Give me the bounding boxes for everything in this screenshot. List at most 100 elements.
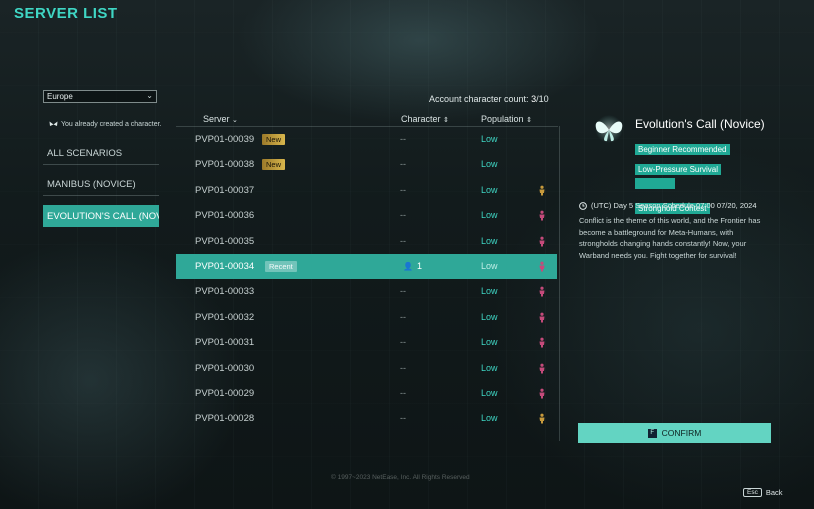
character-count: 👤 1 bbox=[403, 254, 422, 279]
server-row[interactable]: PVP01-00028 -- Low bbox=[176, 406, 557, 431]
character-count-value: -- bbox=[400, 311, 406, 322]
tag-beginner: Beginner Recommended bbox=[635, 144, 730, 155]
figure-icon bbox=[539, 413, 545, 424]
server-row[interactable]: PVP01-00032 -- Low bbox=[176, 305, 557, 330]
scenario-evolutions-call[interactable]: EVOLUTION'S CALL (NOVI bbox=[43, 205, 159, 227]
character-count: -- bbox=[400, 152, 406, 177]
server-name: PVP01-00036 bbox=[195, 210, 255, 222]
back-label: Back bbox=[765, 488, 783, 497]
clock-icon bbox=[579, 201, 587, 210]
scenario-title: Evolution's Call (Novice) bbox=[635, 117, 765, 131]
server-name: PVP01-00039 bbox=[195, 134, 255, 145]
figure-icon bbox=[539, 388, 545, 399]
population-level: Low bbox=[481, 286, 498, 297]
character-count-value: -- bbox=[400, 413, 406, 424]
population-level: Low bbox=[481, 134, 498, 144]
figure-icon bbox=[539, 363, 545, 374]
server-name: PVP01-00028 bbox=[195, 413, 255, 425]
population-level: Low bbox=[481, 362, 498, 373]
server-row[interactable]: PVP01-00033 -- Low bbox=[176, 279, 557, 304]
character-count: -- bbox=[400, 229, 406, 254]
region-select-value: Europe bbox=[47, 92, 73, 101]
server-name: PVP01-00032 bbox=[195, 311, 255, 323]
scenario-label: MANIBUS (NOVICE) bbox=[47, 179, 136, 190]
chevron-down-icon: ⌄ bbox=[146, 91, 153, 100]
column-header-server[interactable]: Server ⌄ bbox=[203, 114, 238, 124]
population-level: Low bbox=[481, 311, 498, 322]
page-title: SERVER LIST bbox=[14, 5, 118, 22]
character-count: -- bbox=[400, 406, 406, 431]
population-level: Low bbox=[481, 261, 498, 271]
new-badge: New bbox=[262, 159, 286, 171]
account-character-count: Account character count: 3/10 bbox=[429, 94, 549, 104]
character-count: -- bbox=[400, 330, 406, 355]
account-count-total: /10 bbox=[536, 94, 549, 104]
server-row[interactable]: PVP01-00034 Recent 👤 1 Low bbox=[176, 254, 557, 279]
population-level: Low bbox=[481, 210, 498, 221]
tag-blank bbox=[635, 178, 675, 189]
notice-text: You already created a character. bbox=[61, 121, 162, 128]
butterfly-icon bbox=[49, 121, 58, 126]
character-count: -- bbox=[400, 356, 406, 381]
server-name: PVP01-00033 bbox=[195, 286, 255, 298]
population-level: Low bbox=[481, 159, 498, 170]
figure-icon bbox=[539, 185, 545, 196]
sort-icon: ⇕ bbox=[443, 117, 449, 124]
scenario-all[interactable]: ALL SCENARIOS bbox=[43, 143, 159, 165]
server-row[interactable]: PVP01-00035 -- Low bbox=[176, 229, 557, 254]
sort-icon: ⇕ bbox=[526, 117, 532, 124]
character-count: -- bbox=[400, 381, 406, 406]
character-count-value: -- bbox=[400, 235, 406, 246]
character-count: -- bbox=[400, 279, 406, 304]
server-name: PVP01-00037 bbox=[195, 184, 255, 196]
sort-down-icon: ⌄ bbox=[232, 117, 238, 124]
esc-key-hint: Esc bbox=[743, 488, 762, 497]
panel-divider bbox=[559, 126, 560, 441]
schedule-text: (UTC) Day 5 Season Schedule 07:00 07/20,… bbox=[591, 201, 757, 210]
server-row[interactable]: PVP01-00030 -- Low bbox=[176, 356, 557, 381]
server-row[interactable]: PVP01-00037 -- Low bbox=[176, 178, 557, 203]
server-name: PVP01-00035 bbox=[195, 235, 255, 247]
scenario-manibus[interactable]: MANIBUS (NOVICE) bbox=[43, 174, 159, 196]
header-label: Population bbox=[481, 114, 524, 124]
column-header-character[interactable]: Character ⇕ bbox=[401, 114, 449, 124]
character-count-value: -- bbox=[400, 184, 406, 195]
character-count: -- bbox=[400, 305, 406, 330]
scenario-description: Conflict is the theme of this world, and… bbox=[579, 216, 761, 260]
figure-icon bbox=[539, 210, 545, 221]
server-row[interactable]: PVP01-00038 New -- Low bbox=[176, 152, 557, 177]
key-hint: F bbox=[647, 428, 657, 438]
character-notice: You already created a character. bbox=[49, 121, 162, 128]
figure-icon bbox=[539, 261, 545, 272]
figure-icon bbox=[539, 337, 545, 348]
scenario-label: EVOLUTION'S CALL (NOVI bbox=[47, 210, 159, 222]
character-count-value: -- bbox=[400, 286, 406, 297]
population-level: Low bbox=[481, 235, 498, 246]
server-name: PVP01-00034 bbox=[195, 261, 255, 272]
character-count: -- bbox=[400, 127, 406, 152]
character-count: -- bbox=[400, 178, 406, 203]
copyright: © 1997~2023 NetEase, Inc. All Rights Res… bbox=[331, 474, 470, 481]
tag-low-pressure: Low-Pressure Survival bbox=[635, 163, 722, 175]
server-name: PVP01-00030 bbox=[195, 362, 255, 374]
back-button[interactable]: Esc Back bbox=[743, 488, 783, 497]
recent-badge: Recent bbox=[265, 261, 297, 272]
character-count-value: 1 bbox=[416, 261, 422, 271]
server-row[interactable]: PVP01-00036 -- Low bbox=[176, 203, 557, 228]
column-header-population[interactable]: Population ⇕ bbox=[481, 114, 532, 124]
server-row[interactable]: PVP01-00039 New -- Low bbox=[176, 127, 557, 152]
header-label: Server bbox=[203, 114, 230, 124]
region-select[interactable]: Europe ⌄ bbox=[43, 90, 157, 103]
server-row[interactable]: PVP01-00029 -- Low bbox=[176, 381, 557, 406]
figure-icon bbox=[539, 236, 545, 247]
confirm-button[interactable]: F CONFIRM bbox=[578, 423, 771, 443]
character-count: -- bbox=[400, 203, 406, 228]
character-count-value: -- bbox=[400, 159, 406, 170]
server-name: PVP01-00031 bbox=[195, 337, 255, 349]
character-count-value: -- bbox=[400, 210, 406, 221]
population-level: Low bbox=[481, 337, 498, 348]
server-row[interactable]: PVP01-00031 -- Low bbox=[176, 330, 557, 355]
figure-icon bbox=[539, 312, 545, 323]
character-count-value: -- bbox=[400, 337, 406, 348]
character-count-value: -- bbox=[400, 388, 406, 398]
